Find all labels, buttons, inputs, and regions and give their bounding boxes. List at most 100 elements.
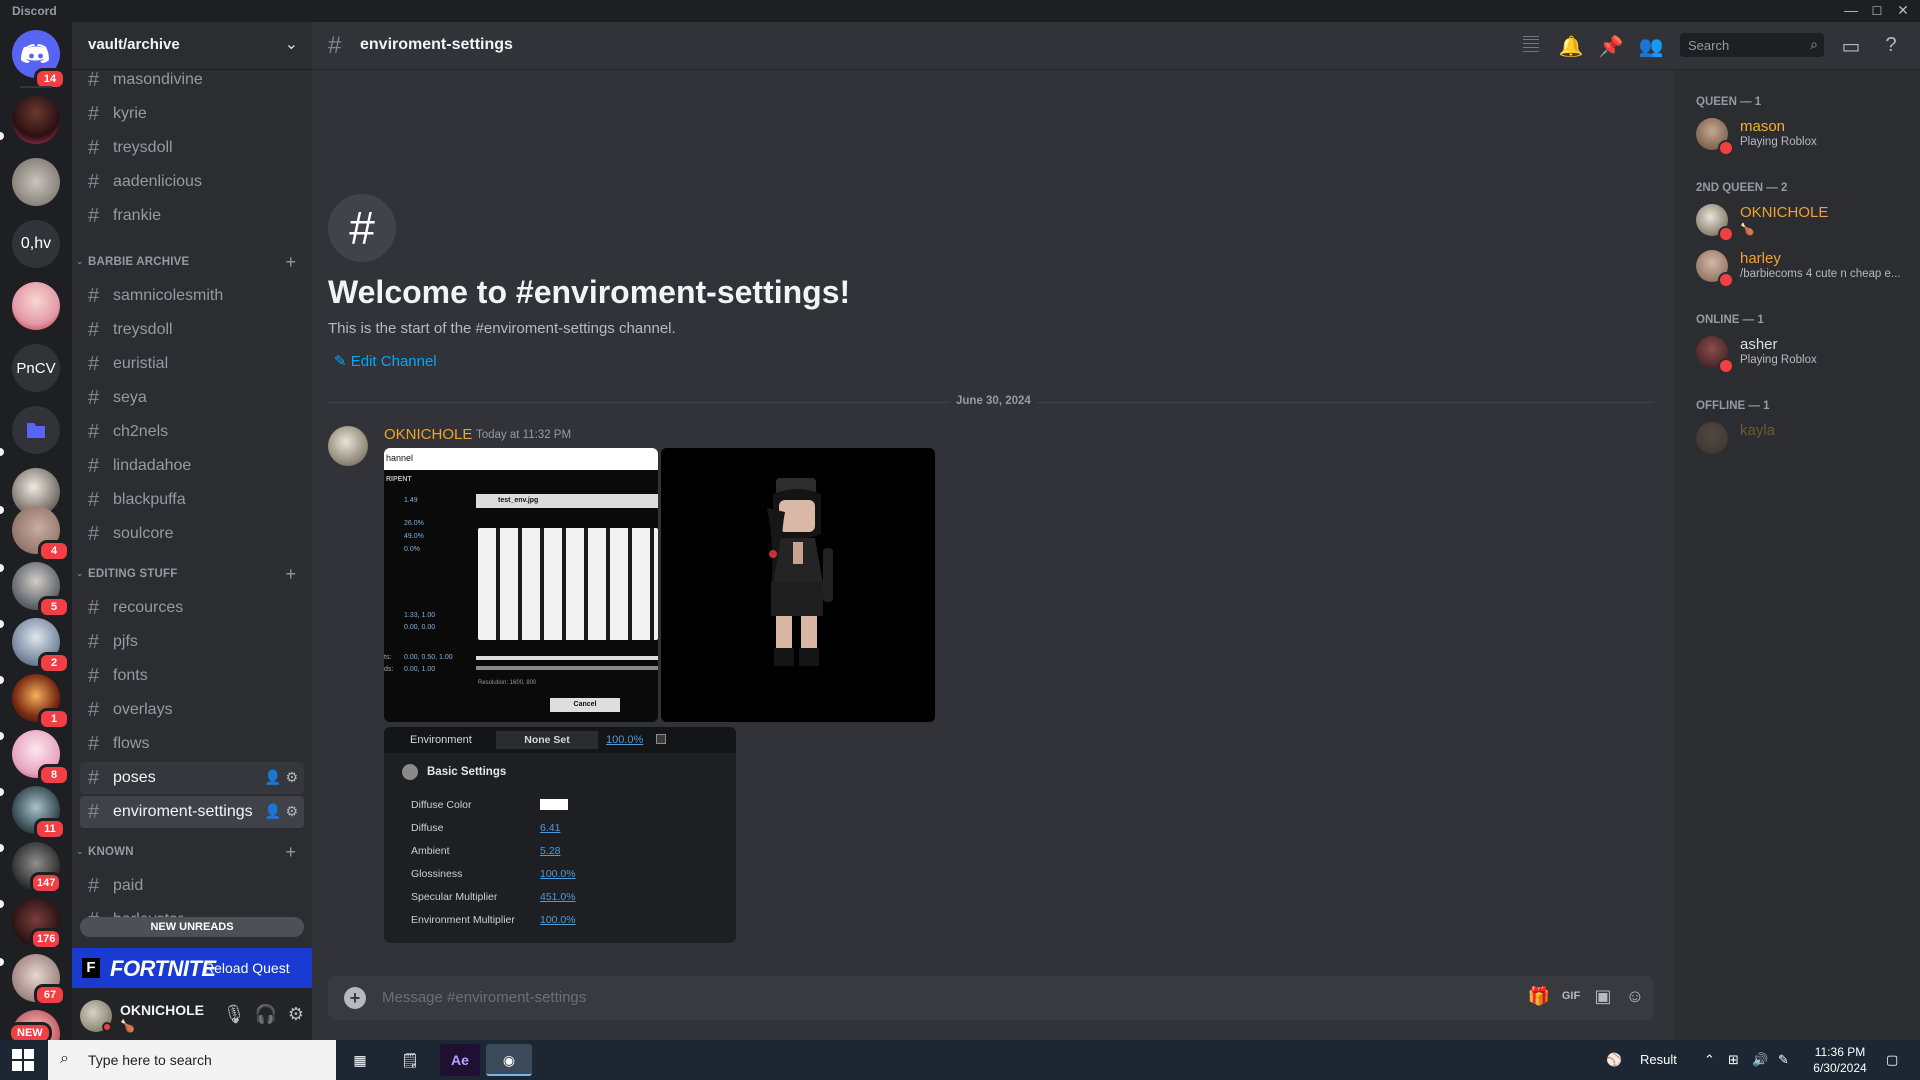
add-channel-icon[interactable]: +	[285, 842, 296, 863]
sticker-icon[interactable]: ▣	[1590, 986, 1616, 1007]
hash-icon: #	[88, 767, 100, 789]
category-known[interactable]: ⌄ KNOWN +	[72, 840, 312, 864]
channel-item[interactable]: # treysdoll	[80, 132, 304, 164]
hash-icon: #	[88, 455, 100, 477]
message-avatar[interactable]	[328, 426, 368, 466]
image-attachment-settings[interactable]: hannel RIPENT 1.49 26.0% 49.0% 0.0% test…	[384, 448, 658, 722]
server-icon[interactable]	[12, 282, 60, 330]
emoji-icon[interactable]: ☺	[1622, 986, 1648, 1007]
channel-item-enviroment-settings[interactable]: # enviroment-settings 👤 ⚙	[80, 796, 304, 828]
channel-item-poses[interactable]: # poses 👤 ⚙	[80, 762, 304, 794]
member-item-oknichole[interactable]: OKNICHOLE 🍗	[1696, 200, 1916, 242]
tray-overflow-icon[interactable]: ⌃	[1704, 1052, 1715, 1068]
username[interactable]: OKNICHOLE	[120, 1002, 204, 1018]
server-unread-pip	[0, 732, 4, 740]
channel-item[interactable]: # overlays	[80, 694, 304, 726]
search-input[interactable]: Search ⌕	[1680, 33, 1824, 57]
close-button[interactable]: ✕	[1888, 2, 1918, 19]
after-effects-app-icon[interactable]: Ae	[440, 1044, 480, 1076]
invite-icon[interactable]: 👤	[264, 769, 281, 785]
bell-icon[interactable]: 🔔	[1558, 34, 1584, 59]
channel-item[interactable]: # seya	[80, 382, 304, 414]
invite-icon[interactable]: 👤	[264, 803, 281, 819]
edit-channel-link[interactable]: ✎ Edit Channel	[334, 352, 437, 370]
channel-item[interactable]: # pjfs	[80, 626, 304, 658]
server-icon-0hv[interactable]: 0,hv	[12, 220, 60, 268]
channel-item[interactable]: #josiah_hell	[80, 938, 304, 940]
inbox-icon[interactable]: ▭	[1838, 34, 1864, 59]
microphone-icon[interactable]: 🎙	[222, 1004, 246, 1025]
new-unreads-pill[interactable]: NEW UNREADS	[80, 917, 304, 937]
dnd-status-icon	[1718, 358, 1734, 374]
channel-item[interactable]: # frankie	[80, 200, 304, 232]
gif-icon[interactable]: GIF	[1558, 990, 1584, 1002]
channel-item[interactable]: # lindadahoe	[80, 450, 304, 482]
task-view-icon[interactable]: ▦	[340, 1044, 380, 1076]
taskbar-search-input[interactable]: ⌕ Type here to search	[48, 1040, 336, 1080]
hash-icon: #	[88, 137, 100, 159]
headphones-icon[interactable]: 🎧	[254, 1004, 278, 1025]
channel-item[interactable]: # euristial	[80, 348, 304, 380]
channel-item[interactable]: # flows	[80, 728, 304, 760]
environment-label: Environment	[410, 734, 472, 746]
channel-item[interactable]: # fonts	[80, 660, 304, 692]
gear-icon[interactable]: ⚙	[285, 769, 298, 785]
member-item-asher[interactable]: asher Playing Roblox	[1696, 332, 1916, 374]
server-header[interactable]: vault/archive ⌄	[72, 22, 312, 70]
user-settings-gear-icon[interactable]: ⚙	[284, 1004, 308, 1025]
unread-badge: 5	[38, 596, 70, 618]
category-editing-stuff[interactable]: ⌄ EDITING STUFF +	[72, 562, 312, 586]
property-value: 5.28	[540, 845, 561, 857]
add-channel-icon[interactable]: +	[285, 252, 296, 273]
server-icon-pncv[interactable]: PnCV	[12, 344, 60, 392]
server-folder[interactable]	[12, 406, 60, 454]
pin-icon[interactable]: 📌	[1598, 34, 1624, 59]
channel-item[interactable]: # aadenlicious	[80, 166, 304, 198]
result-label[interactable]: Result	[1640, 1052, 1677, 1067]
hash-icon: #	[88, 387, 100, 409]
channel-item[interactable]: # treysdoll	[80, 314, 304, 346]
member-group-label: QUEEN — 1	[1696, 96, 1762, 108]
help-icon[interactable]: ?	[1878, 34, 1904, 57]
gift-icon[interactable]: 🎁	[1526, 986, 1552, 1007]
quest-banner[interactable]: F FORTNITE Reload Quest	[72, 948, 312, 988]
channel-item[interactable]: # masondivine	[80, 70, 304, 96]
message-input[interactable]: Message #enviroment-settings	[382, 989, 586, 1006]
channel-item[interactable]: # recources	[80, 592, 304, 624]
message-author[interactable]: OKNICHOLE	[384, 426, 472, 443]
image-attachment-basic-settings[interactable]: Environment None Set 100.0% Basic Settin…	[384, 727, 736, 943]
image-attachment-avatar-render[interactable]	[661, 448, 935, 722]
upload-plus-icon[interactable]: +	[344, 987, 366, 1009]
discord-app-icon[interactable]: ◉	[486, 1044, 532, 1076]
network-icon[interactable]: ⊞	[1728, 1052, 1739, 1068]
channel-item[interactable]: # blackpuffa	[80, 484, 304, 516]
dnd-status-icon	[1718, 272, 1734, 288]
pen-icon[interactable]: ✎	[1778, 1052, 1789, 1068]
channel-item[interactable]: # samnicolesmith	[80, 280, 304, 312]
taskbar-clock[interactable]: 11:36 PM 6/30/2024	[1806, 1044, 1874, 1076]
notepad-app-icon[interactable]: 🗒	[390, 1044, 430, 1076]
unread-badge: 4	[38, 540, 70, 562]
volume-icon[interactable]: 🔊	[1752, 1052, 1768, 1068]
add-channel-icon[interactable]: +	[285, 564, 296, 585]
threads-icon[interactable]: 𝄚	[1518, 34, 1544, 57]
member-item-harley[interactable]: harley /barbiecoms 4 cute n cheap e...	[1696, 246, 1916, 288]
channel-item[interactable]: # ch2nels	[80, 416, 304, 448]
pencil-icon: ✎	[334, 353, 347, 370]
server-icon[interactable]	[12, 96, 60, 144]
windows-start-icon[interactable]	[12, 1049, 34, 1071]
category-barbie-archive[interactable]: ⌄ BARBIE ARCHIVE +	[72, 250, 312, 274]
channel-item[interactable]: # soulcore	[80, 518, 304, 550]
notifications-icon[interactable]: ▢	[1886, 1052, 1898, 1068]
server-icon[interactable]	[12, 158, 60, 206]
channel-item[interactable]: # paid	[80, 870, 304, 902]
member-list-icon[interactable]: 👥	[1638, 34, 1664, 59]
member-item-mason[interactable]: mason Playing Roblox	[1696, 114, 1916, 156]
unread-badge: 8	[38, 764, 70, 786]
unread-badge: 1	[38, 708, 70, 730]
member-item-kayla[interactable]: kayla	[1696, 418, 1916, 460]
channel-item[interactable]: # kyrie	[80, 98, 304, 130]
mlb-icon[interactable]: ⚾	[1606, 1052, 1622, 1068]
server-unread-pip	[0, 900, 4, 908]
gear-icon[interactable]: ⚙	[285, 803, 298, 819]
